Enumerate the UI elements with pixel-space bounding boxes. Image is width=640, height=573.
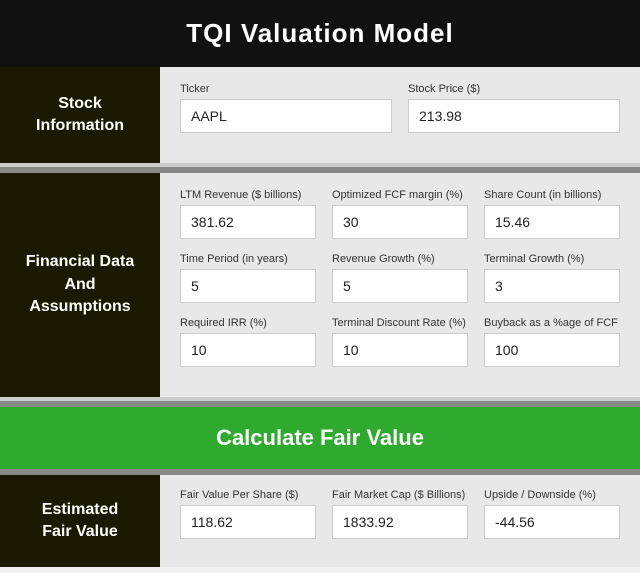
result-section-content: Fair Value Per Share ($) Fair Market Cap … — [160, 475, 640, 567]
field-group-fair-market-cap-input: Fair Market Cap ($ Billions) — [332, 489, 468, 539]
ticker-input[interactable] — [180, 99, 392, 133]
financial-row-2: Required IRR (%) Terminal Discount Rate (… — [180, 317, 620, 367]
result-section-label: Estimated Fair Value — [0, 475, 160, 567]
fair-value-per-share-input[interactable] — [180, 505, 316, 539]
field-label-ltm-revenue-input: LTM Revenue ($ billions) — [180, 189, 316, 201]
financial-row-0: LTM Revenue ($ billions) Optimized FCF ma… — [180, 189, 620, 239]
field-group-fair-value-per-share-input: Fair Value Per Share ($) — [180, 489, 316, 539]
field-label-fcf-margin-input: Optimized FCF margin (%) — [332, 189, 468, 201]
field-label-required-irr-input: Required IRR (%) — [180, 317, 316, 329]
field-group-ltm-revenue-input: LTM Revenue ($ billions) — [180, 189, 316, 239]
ltm-revenue-input[interactable] — [180, 205, 316, 239]
field-group-stock-price-input: Stock Price ($) — [408, 83, 620, 133]
field-group-fcf-margin-input: Optimized FCF margin (%) — [332, 189, 468, 239]
field-group-ticker-input: Ticker — [180, 83, 392, 133]
terminal-growth-input[interactable] — [484, 269, 620, 303]
stock-field-row: Ticker Stock Price ($) — [180, 83, 620, 133]
calculate-button[interactable]: Calculate Fair Value — [10, 425, 630, 451]
stock-information-section: Stock Information Ticker Stock Price ($) — [0, 67, 640, 167]
fcf-margin-input[interactable] — [332, 205, 468, 239]
field-label-terminal-discount-input: Terminal Discount Rate (%) — [332, 317, 468, 329]
terminal-discount-input[interactable] — [332, 333, 468, 367]
field-label-stock-price-input: Stock Price ($) — [408, 83, 620, 95]
stock-price-input[interactable] — [408, 99, 620, 133]
field-label-time-period-input: Time Period (in years) — [180, 253, 316, 265]
field-label-upside-downside-input: Upside / Downside (%) — [484, 489, 620, 501]
field-label-share-count-input: Share Count (in billions) — [484, 189, 620, 201]
result-section: Estimated Fair Value Fair Value Per Shar… — [0, 475, 640, 567]
financial-row-1: Time Period (in years) Revenue Growth (%)… — [180, 253, 620, 303]
field-group-time-period-input: Time Period (in years) — [180, 253, 316, 303]
stock-information-content: Ticker Stock Price ($) — [160, 67, 640, 163]
field-label-buyback-input: Buyback as a %age of FCF — [484, 317, 620, 329]
field-group-terminal-growth-input: Terminal Growth (%) — [484, 253, 620, 303]
app-header: TQI Valuation Model — [0, 0, 640, 67]
field-group-upside-downside-input: Upside / Downside (%) — [484, 489, 620, 539]
header-title: TQI Valuation Model — [186, 18, 453, 48]
field-group-buyback-input: Buyback as a %age of FCF — [484, 317, 620, 367]
financial-data-label: Financial Data And Assumptions — [0, 173, 160, 397]
financial-data-section: Financial Data And Assumptions LTM Reven… — [0, 173, 640, 401]
field-group-required-irr-input: Required IRR (%) — [180, 317, 316, 367]
field-label-revenue-growth-input: Revenue Growth (%) — [332, 253, 468, 265]
result-field-row: Fair Value Per Share ($) Fair Market Cap … — [180, 489, 620, 539]
buyback-input[interactable] — [484, 333, 620, 367]
field-label-fair-value-per-share-input: Fair Value Per Share ($) — [180, 489, 316, 501]
share-count-input[interactable] — [484, 205, 620, 239]
fair-market-cap-input[interactable] — [332, 505, 468, 539]
stock-information-label: Stock Information — [0, 67, 160, 163]
required-irr-input[interactable] — [180, 333, 316, 367]
field-group-share-count-input: Share Count (in billions) — [484, 189, 620, 239]
revenue-growth-input[interactable] — [332, 269, 468, 303]
time-period-input[interactable] — [180, 269, 316, 303]
upside-downside-input[interactable] — [484, 505, 620, 539]
field-group-revenue-growth-input: Revenue Growth (%) — [332, 253, 468, 303]
field-label-terminal-growth-input: Terminal Growth (%) — [484, 253, 620, 265]
field-label-ticker-input: Ticker — [180, 83, 392, 95]
calculate-section: Calculate Fair Value — [0, 407, 640, 469]
field-label-fair-market-cap-input: Fair Market Cap ($ Billions) — [332, 489, 468, 501]
financial-data-content: LTM Revenue ($ billions) Optimized FCF ma… — [160, 173, 640, 397]
field-group-terminal-discount-input: Terminal Discount Rate (%) — [332, 317, 468, 367]
